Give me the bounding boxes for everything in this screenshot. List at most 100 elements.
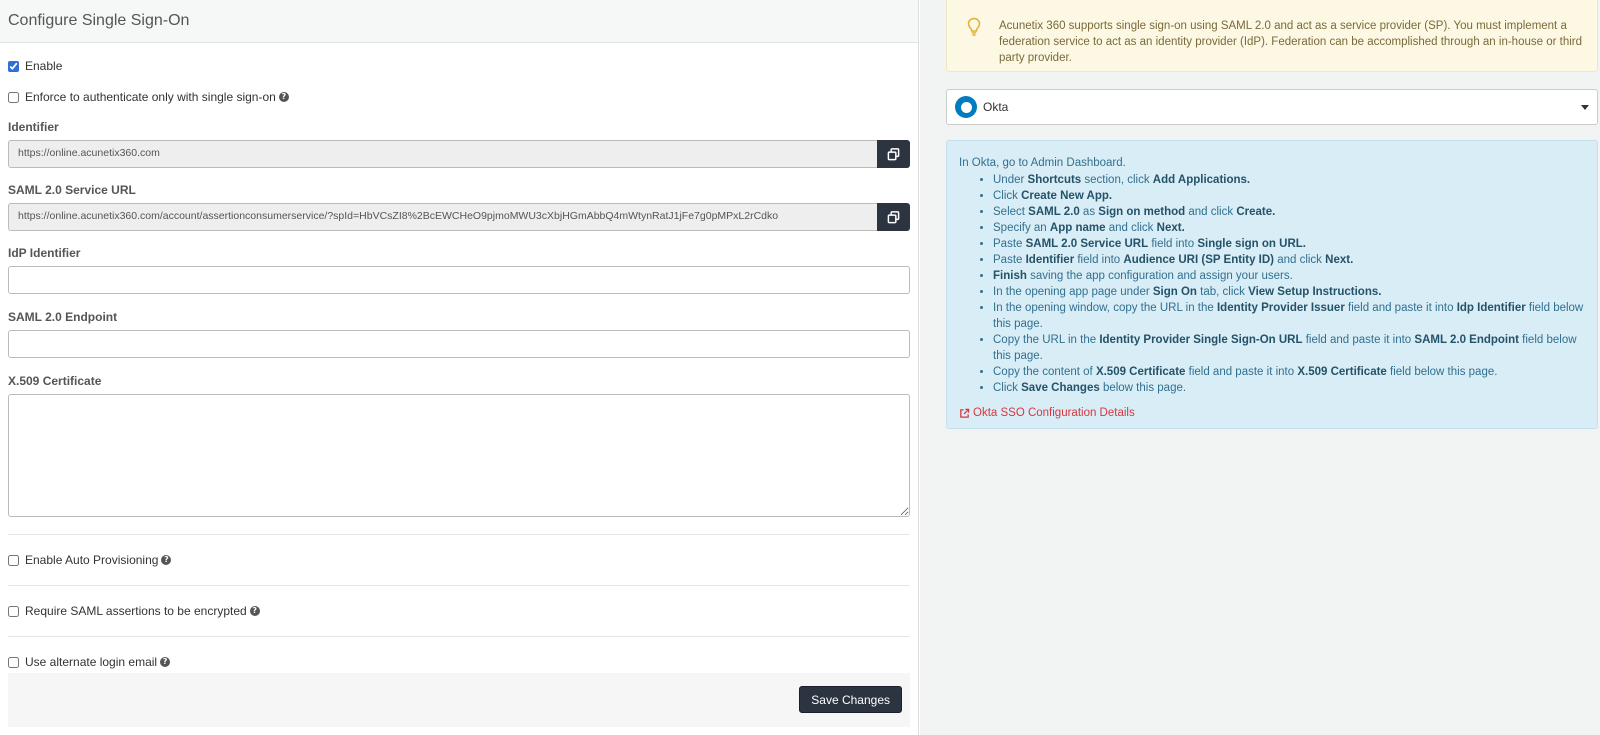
- divider: [8, 585, 910, 586]
- sso-form: Enable Enforce to authenticate only with…: [0, 59, 918, 669]
- identifier-field[interactable]: https://online.acunetix360.com: [8, 140, 877, 168]
- auto-provisioning-label: Enable Auto Provisioning: [25, 553, 159, 567]
- copy-identifier-button[interactable]: [877, 140, 910, 168]
- instruction-step-text: saving the app configuration and assign …: [1026, 270, 1293, 282]
- lightbulb-icon: [967, 17, 981, 36]
- page-title: Configure Single Sign-On: [8, 12, 190, 29]
- instruction-step: Paste SAML 2.0 Service URL field into Si…: [993, 236, 1585, 252]
- instruction-step-text: field and paste it into: [1185, 366, 1298, 378]
- instruction-step-text: Click: [993, 382, 1022, 394]
- encrypted-assertions-row[interactable]: Require SAML assertions to be encrypted …: [8, 604, 910, 618]
- instruction-step-text: field into: [1074, 254, 1124, 266]
- alternate-email-row[interactable]: Use alternate login email ?: [8, 655, 910, 669]
- instructions-intro: In Okta, go to Admin Dashboard.: [959, 157, 1126, 169]
- instruction-step-text: Specify an: [993, 222, 1050, 234]
- auto-provisioning-checkbox[interactable]: [8, 554, 19, 566]
- idp-identifier-input[interactable]: [8, 266, 910, 294]
- instructions-steps: Under Shortcuts section, click Add Appli…: [993, 172, 1585, 396]
- instruction-step-bold: Next.: [1156, 222, 1185, 234]
- enforce-sso-label: Enforce to authenticate only with single…: [25, 90, 276, 104]
- instruction-step-text: below this page.: [1099, 382, 1187, 394]
- instruction-step-bold: Idp Identifier: [1456, 302, 1526, 314]
- instruction-step-bold: X.509 Certificate: [1095, 366, 1186, 378]
- enforce-row[interactable]: Enforce to authenticate only with single…: [8, 90, 910, 104]
- instruction-step-bold: Sign on method: [1098, 206, 1186, 218]
- instruction-step-text: and click: [1105, 222, 1157, 234]
- instruction-step: In the opening app page under Sign On ta…: [993, 284, 1585, 300]
- saml-endpoint-input[interactable]: [8, 330, 910, 358]
- instruction-step: Copy the URL in the Identity Provider Si…: [993, 332, 1585, 364]
- saml-service-url-input-group: https://online.acunetix360.com/account/a…: [8, 203, 910, 231]
- provider-select[interactable]: Okta: [946, 89, 1598, 125]
- help-icon[interactable]: ?: [278, 92, 289, 102]
- saml-service-url-label: SAML 2.0 Service URL: [8, 183, 136, 197]
- external-link-icon: [960, 408, 970, 418]
- instruction-step-text: In the opening window, copy the URL in t…: [993, 302, 1217, 314]
- instruction-step: Specify an App name and click Next.: [993, 220, 1585, 236]
- saml-service-url-field[interactable]: https://online.acunetix360.com/account/a…: [8, 203, 877, 231]
- copy-service-url-button[interactable]: [877, 203, 910, 231]
- enable-checkbox[interactable]: [8, 60, 19, 72]
- instruction-step-bold: Save Changes: [1021, 382, 1100, 394]
- divider: [8, 636, 910, 637]
- enable-row[interactable]: Enable: [8, 59, 910, 73]
- instruction-step-bold: SAML 2.0 Endpoint: [1414, 334, 1519, 346]
- instruction-step-bold: Identity Provider Single Sign-On URL: [1099, 334, 1303, 346]
- instruction-step-text: Paste: [993, 238, 1026, 250]
- okta-instructions: In Okta, go to Admin Dashboard. Under Sh…: [946, 140, 1598, 429]
- instruction-step-bold: Single sign on URL.: [1197, 238, 1306, 250]
- okta-config-link-text: Okta SSO Configuration Details: [973, 407, 1135, 419]
- instruction-step: Copy the content of X.509 Certificate fi…: [993, 364, 1585, 380]
- instruction-step-text: section, click: [1081, 174, 1153, 186]
- instruction-step-bold: Create New App.: [1021, 190, 1113, 202]
- panel-header: Configure Single Sign-On: [0, 0, 918, 43]
- identifier-input-group: https://online.acunetix360.com: [8, 140, 910, 168]
- instruction-step-text: field into: [1148, 238, 1198, 250]
- instruction-step-text: field and paste it into: [1302, 334, 1415, 346]
- instruction-step-bold: Add Applications.: [1152, 174, 1251, 186]
- instruction-step-text: Paste: [993, 254, 1026, 266]
- instruction-step-bold: Finish: [993, 270, 1027, 282]
- alternate-email-checkbox[interactable]: [8, 656, 19, 668]
- auto-provisioning-row[interactable]: Enable Auto Provisioning ?: [8, 553, 910, 567]
- certificate-label: X.509 Certificate: [8, 374, 102, 388]
- instruction-step-text: Copy the URL in the: [993, 334, 1100, 346]
- instruction-step-bold: SAML 2.0 Service URL: [1025, 238, 1149, 250]
- divider: [8, 534, 910, 535]
- certificate-textarea[interactable]: [8, 394, 910, 517]
- encrypted-assertions-label: Require SAML assertions to be encrypted: [25, 604, 247, 618]
- copy-icon: [887, 147, 900, 160]
- copy-icon: [887, 210, 900, 223]
- instruction-step-bold: Audience URI (SP Entity ID): [1123, 254, 1274, 266]
- instruction-step-bold: Sign On: [1152, 286, 1197, 298]
- instruction-step: Click Save Changes below this page.: [993, 380, 1585, 396]
- help-panel: Acunetix 360 supports single sign-on usi…: [920, 0, 1600, 735]
- instruction-step-text: Click: [993, 190, 1022, 202]
- save-changes-button[interactable]: Save Changes: [799, 686, 902, 713]
- instruction-step: Paste Identifier field into Audience URI…: [993, 252, 1585, 268]
- okta-logo-icon: [955, 96, 977, 118]
- instruction-step: Select SAML 2.0 as Sign on method and cl…: [993, 204, 1585, 220]
- instruction-step-text: and click: [1274, 254, 1326, 266]
- instruction-step-text: field below this page.: [1386, 366, 1498, 378]
- instruction-step-text: field and paste it into: [1344, 302, 1457, 314]
- help-icon[interactable]: ?: [249, 606, 260, 616]
- instruction-step-text: and click: [1185, 206, 1237, 218]
- instruction-step-text: In the opening app page under: [993, 286, 1153, 298]
- sso-info-alert: Acunetix 360 supports single sign-on usi…: [946, 0, 1598, 72]
- instruction-step: Finish saving the app configuration and …: [993, 268, 1585, 284]
- help-icon[interactable]: ?: [161, 555, 172, 565]
- okta-config-link[interactable]: Okta SSO Configuration Details: [959, 405, 1585, 421]
- saml-endpoint-label: SAML 2.0 Endpoint: [8, 310, 118, 324]
- instruction-step-bold: View Setup Instructions.: [1248, 286, 1382, 298]
- instruction-step-bold: Next.: [1325, 254, 1354, 266]
- encrypted-assertions-checkbox[interactable]: [8, 605, 19, 617]
- enable-label: Enable: [25, 59, 63, 73]
- enforce-sso-checkbox[interactable]: [8, 91, 19, 103]
- help-icon[interactable]: ?: [160, 657, 171, 667]
- instruction-step-text: Copy the content of: [993, 366, 1096, 378]
- alert-text: Acunetix 360 supports single sign-on usi…: [999, 20, 1582, 64]
- alternate-email-label: Use alternate login email: [25, 655, 158, 669]
- instruction-step-text: tab, click: [1196, 286, 1249, 298]
- instruction-step-bold: Identifier: [1025, 254, 1075, 266]
